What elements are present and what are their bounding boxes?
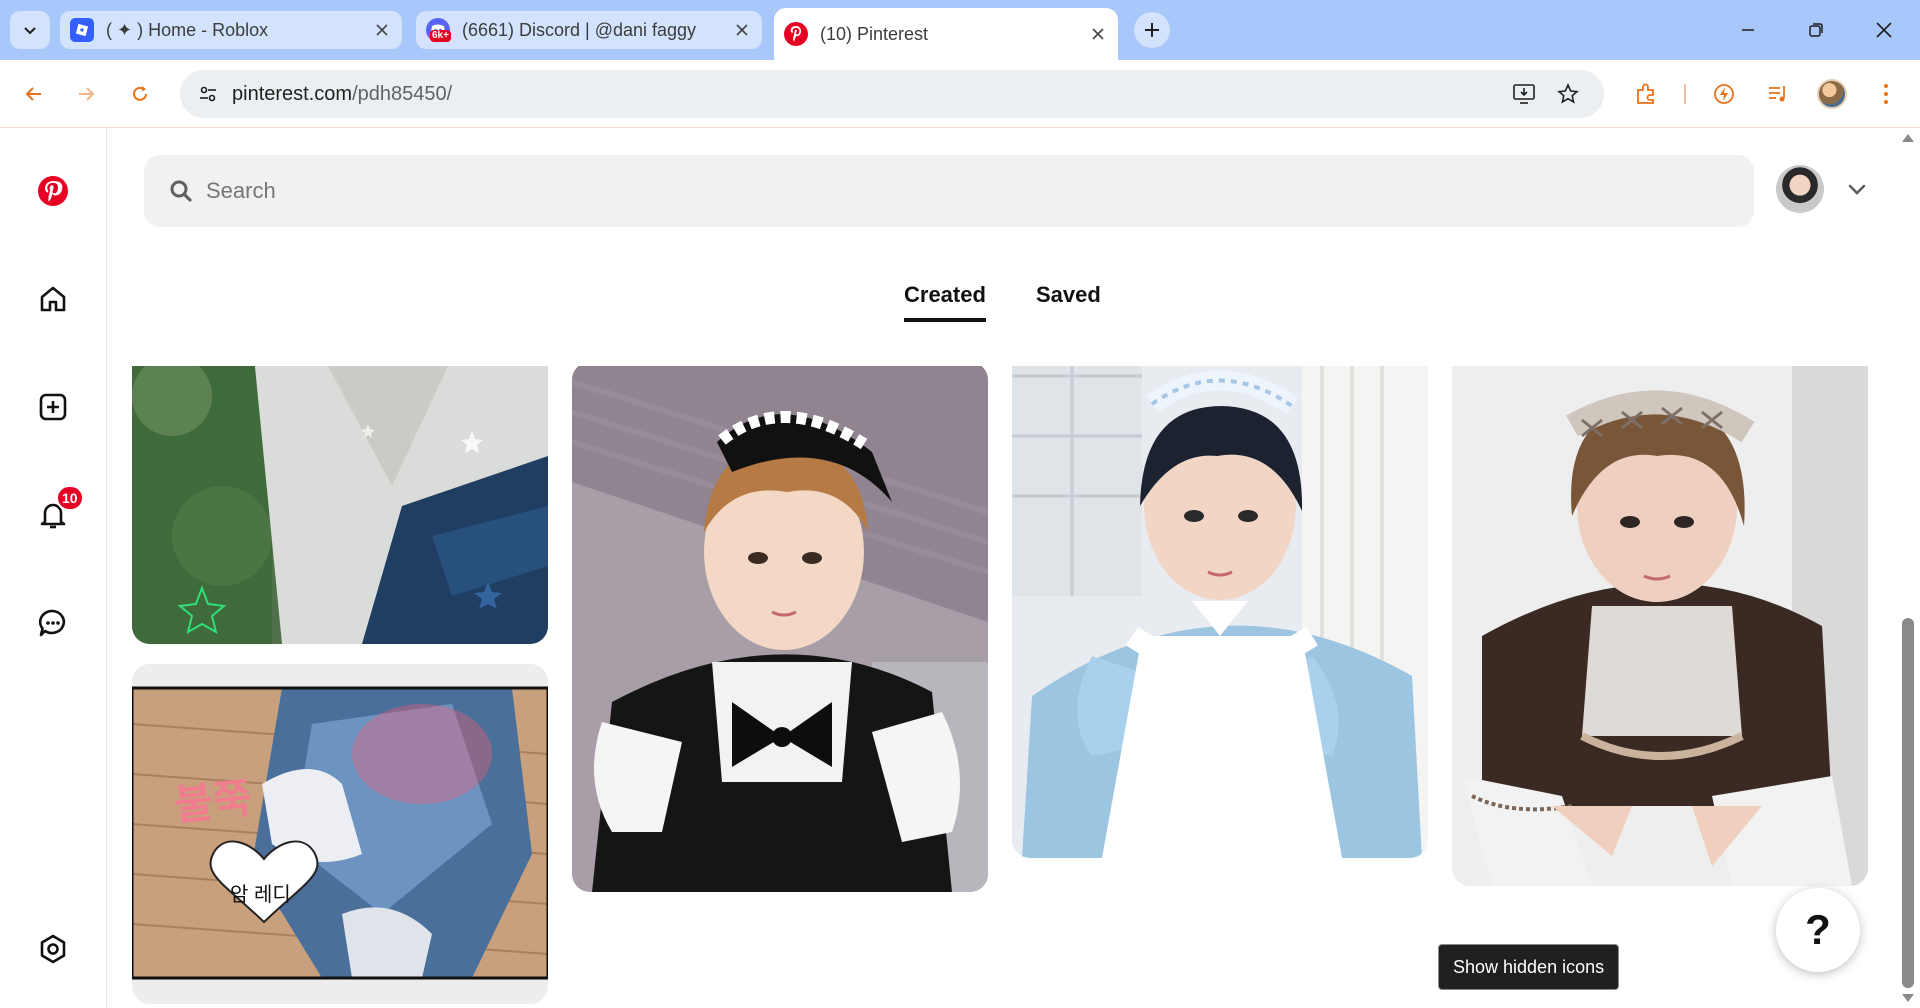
more-vertical-icon: [1884, 84, 1888, 104]
sidebar-item-messages[interactable]: [29, 599, 77, 647]
close-icon[interactable]: [732, 20, 752, 40]
back-button[interactable]: [14, 74, 54, 114]
pin-image: [572, 366, 988, 892]
user-avatar[interactable]: [1776, 165, 1824, 213]
media-control-icon[interactable]: [1758, 74, 1798, 114]
profile-tabs: Created Saved: [108, 278, 1920, 338]
pin-overlay-text: 불쭉: [172, 774, 254, 829]
tab-title: ( ✦ ) Home - Roblox: [106, 19, 269, 40]
restore-button[interactable]: [1792, 6, 1840, 54]
sidebar-item-create[interactable]: [29, 383, 77, 431]
search-input[interactable]: [206, 178, 1606, 204]
profile-avatar-button[interactable]: [1812, 74, 1852, 114]
account-menu-button[interactable]: [1840, 172, 1874, 206]
minimize-icon: [1742, 29, 1754, 31]
search-bar[interactable]: [144, 155, 1754, 227]
tab-title: (10) Pinterest: [820, 23, 929, 44]
site-info-icon[interactable]: [186, 72, 230, 116]
tab-saved[interactable]: Saved: [1036, 282, 1101, 318]
tab-title: (6661) Discord | @dani faggy: [462, 19, 697, 40]
pin-image: [1012, 366, 1428, 858]
browser-toolbar: pinterest.com/pdh85450/: [0, 60, 1920, 128]
tab-created[interactable]: Created: [904, 282, 986, 322]
roblox-icon: [70, 18, 94, 42]
restore-icon: [1809, 23, 1823, 37]
url-path: /pdh85450/: [352, 82, 453, 105]
address-bar[interactable]: pinterest.com/pdh85450/: [180, 70, 1604, 118]
gear-icon: [40, 934, 66, 964]
toolbar-divider: [1684, 84, 1686, 104]
help-button[interactable]: ?: [1776, 888, 1860, 972]
close-icon: [1876, 22, 1892, 38]
discord-badge: 6k+: [430, 30, 451, 42]
scroll-thumb[interactable]: [1902, 618, 1914, 988]
sidebar-item-notifications[interactable]: 10: [29, 485, 84, 539]
pinterest-icon: [784, 22, 808, 46]
pin-card[interactable]: [132, 366, 548, 644]
close-icon[interactable]: [1088, 24, 1108, 44]
page-scrollbar[interactable]: [1896, 128, 1920, 1008]
pinterest-page: 10 Created Saved: [0, 128, 1920, 1008]
extensions-icon[interactable]: [1626, 74, 1666, 114]
tab-pinterest[interactable]: (10) Pinterest: [774, 8, 1118, 60]
discord-icon: 6k+: [426, 18, 451, 42]
minimize-button[interactable]: [1724, 6, 1772, 54]
pin-image: [132, 366, 548, 644]
new-tab-button[interactable]: [1134, 12, 1170, 48]
scroll-up-arrow[interactable]: [1902, 134, 1914, 142]
pinterest-logo-link[interactable]: [29, 167, 77, 215]
reload-button[interactable]: [120, 74, 160, 114]
pin-grid: 암 레디 불쭉: [108, 366, 1872, 1008]
pin-image: [132, 664, 548, 1004]
url-host: pinterest.com: [232, 82, 353, 105]
browser-menu-button[interactable]: [1866, 74, 1906, 114]
avatar: [1817, 79, 1847, 109]
reload-icon: [133, 86, 147, 101]
window-close-button[interactable]: [1860, 6, 1908, 54]
pin-card[interactable]: [1452, 366, 1868, 886]
close-icon[interactable]: [372, 20, 392, 40]
sidebar-item-home[interactable]: [29, 275, 77, 323]
pin-card[interactable]: [1012, 366, 1428, 858]
chevron-down-icon: [24, 27, 36, 35]
pinterest-icon: [38, 176, 68, 206]
performance-icon[interactable]: [1704, 74, 1744, 114]
bookmark-star-icon[interactable]: [1552, 78, 1584, 110]
plus-square-icon: [39, 393, 67, 421]
tab-roblox[interactable]: ( ✦ ) Home - Roblox: [60, 11, 402, 49]
url-text[interactable]: pinterest.com/pdh85450/: [232, 83, 452, 106]
install-app-icon[interactable]: [1508, 78, 1540, 110]
plus-icon: [1145, 23, 1159, 37]
sidebar-item-settings[interactable]: [29, 925, 77, 973]
arrow-right-icon: [79, 87, 95, 101]
arrow-left-icon: [25, 87, 41, 101]
home-icon: [40, 286, 66, 312]
tab-search-button[interactable]: [10, 11, 50, 49]
system-tooltip: Show hidden icons: [1438, 944, 1620, 990]
search-icon: [166, 176, 196, 206]
scroll-down-arrow[interactable]: [1902, 994, 1914, 1002]
tab-discord[interactable]: 6k+ (6661) Discord | @dani faggy: [416, 11, 762, 49]
chat-icon: [38, 609, 66, 637]
pin-overlay-text: 암 레디: [230, 884, 291, 906]
left-sidebar: 10: [0, 128, 107, 1008]
browser-tab-bar: ( ✦ ) Home - Roblox 6k+ (6661) Discord |…: [0, 0, 1920, 60]
chevron-down-icon: [1848, 184, 1866, 195]
pin-card[interactable]: 암 레디 불쭉: [132, 664, 548, 1004]
pin-image: [1452, 366, 1868, 886]
pin-card[interactable]: [572, 366, 988, 892]
forward-button[interactable]: [66, 74, 106, 114]
notification-badge: 10: [56, 485, 84, 511]
